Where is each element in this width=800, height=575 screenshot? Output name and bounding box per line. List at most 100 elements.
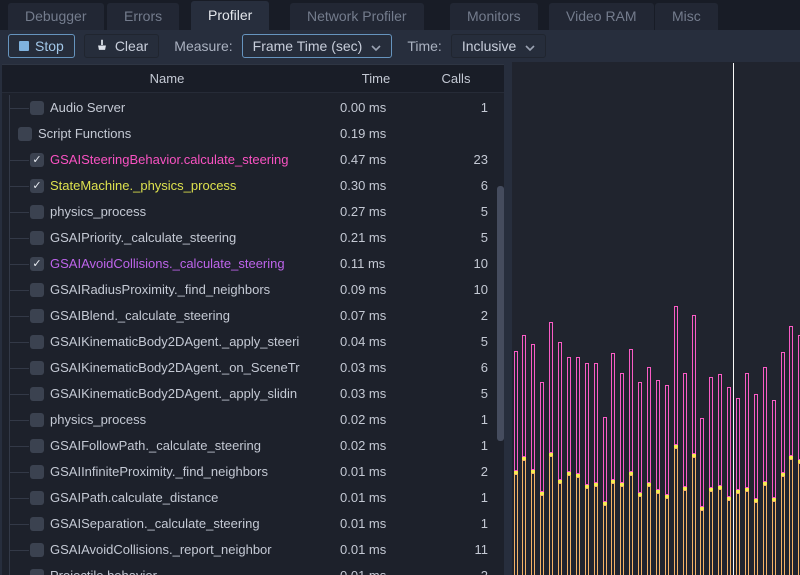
tab-video-ram[interactable]: Video RAM: [549, 3, 654, 30]
graph-bar-orange-segment: [638, 496, 642, 575]
table-row[interactable]: GSAIKinematicBody2DAgent._on_SceneTr0.03…: [2, 355, 504, 381]
row-name: Script Functions: [38, 121, 131, 147]
table-row[interactable]: GSAIInfiniteProximity._find_neighbors0.0…: [2, 459, 504, 485]
table-row[interactable]: ✓ GSAIAvoidCollisions._calculate_steering…: [2, 251, 504, 277]
tab-network-profiler[interactable]: Network Profiler: [290, 3, 424, 30]
row-checkbox[interactable]: [30, 283, 44, 297]
row-time: 0.27 ms: [340, 199, 386, 225]
row-checkbox[interactable]: ✓: [30, 179, 44, 193]
graph-bar-orange-segment: [647, 486, 651, 575]
row-checkbox[interactable]: [30, 413, 44, 427]
row-checkbox[interactable]: [30, 465, 44, 479]
row-time: 0.09 ms: [340, 277, 386, 303]
table-row[interactable]: physics_process0.02 ms1: [2, 407, 504, 433]
tab-debugger[interactable]: Debugger: [8, 3, 104, 30]
row-checkbox[interactable]: [30, 101, 44, 115]
column-header-name[interactable]: Name: [2, 65, 332, 93]
graph-bar-orange-segment: [745, 491, 749, 575]
graph-bar-magenta-segment: [683, 373, 687, 487]
row-time: 0.02 ms: [340, 407, 386, 433]
graph-bar-orange-segment: [692, 457, 696, 575]
graph-bar-orange-segment: [567, 475, 571, 575]
graph-bar-magenta-segment: [647, 367, 651, 483]
tab-monitors[interactable]: Monitors: [450, 3, 538, 30]
graph-bar-orange-segment: [603, 505, 607, 575]
table-row[interactable]: GSAIRadiusProximity._find_neighbors 0.09 …: [2, 277, 504, 303]
row-time: 0.21 ms: [340, 225, 386, 251]
table-row[interactable]: Script Functions 0.19 ms: [2, 121, 504, 147]
row-name: GSAIAvoidCollisions._calculate_steering: [50, 251, 285, 277]
row-name: GSAISteeringBehavior.calculate_steering: [50, 147, 288, 173]
row-time: 0.47 ms: [340, 147, 386, 173]
graph-bar-orange-segment: [674, 448, 678, 575]
table-row[interactable]: GSAISeparation._calculate_steering0.01 m…: [2, 511, 504, 537]
profile-table: Name Time Calls Audio Server0.00 ms1Scri…: [2, 64, 504, 575]
row-checkbox[interactable]: [30, 309, 44, 323]
graph-bar-magenta-segment: [603, 417, 607, 502]
row-calls: 1: [481, 407, 488, 433]
row-name: GSAIKinematicBody2DAgent._apply_slidin: [50, 381, 297, 407]
graph-bar-magenta-segment: [594, 363, 598, 483]
tab-misc[interactable]: Misc: [655, 3, 718, 30]
time-dropdown[interactable]: Inclusive: [451, 34, 546, 58]
row-checkbox[interactable]: [30, 335, 44, 349]
row-checkbox[interactable]: [30, 491, 44, 505]
row-checkbox[interactable]: [30, 231, 44, 245]
tree-guide-stub: [9, 290, 29, 291]
row-checkbox[interactable]: [18, 127, 32, 141]
tab-profiler[interactable]: Profiler: [191, 1, 269, 30]
graph-bar-orange-segment: [656, 493, 660, 575]
graph-bar-magenta-segment: [611, 353, 615, 480]
table-row[interactable]: Projectile.behavior0.01 ms2: [2, 563, 504, 575]
table-row[interactable]: GSAIPath.calculate_distance0.01 ms1: [2, 485, 504, 511]
row-checkbox[interactable]: [30, 569, 44, 575]
profiler-panel: DebuggerErrors Profiler Network Profiler Mo…: [0, 0, 800, 575]
tab-errors[interactable]: Errors: [107, 3, 179, 30]
graph-bar-orange-segment: [594, 486, 598, 575]
column-header-calls[interactable]: Calls: [420, 65, 492, 93]
table-row[interactable]: GSAIKinematicBody2DAgent._apply_slidin0.…: [2, 381, 504, 407]
graph-bar-orange-segment: [781, 476, 785, 575]
row-name: GSAIRadiusProximity._find_neighbors: [50, 277, 270, 303]
tree-guide-stub: [9, 524, 29, 525]
row-checkbox[interactable]: [30, 543, 44, 557]
table-row[interactable]: GSAIBlend._calculate_steering0.07 ms2: [2, 303, 504, 329]
row-calls: 2: [481, 459, 488, 485]
row-time: 0.19 ms: [340, 121, 386, 147]
table-row[interactable]: GSAIFollowPath._calculate_steering0.02 m…: [2, 433, 504, 459]
chevron-down-icon: [525, 38, 535, 54]
column-header-time[interactable]: Time: [332, 65, 420, 93]
measure-label: Measure:: [174, 38, 232, 54]
table-row[interactable]: physics_process0.27 ms5: [2, 199, 504, 225]
row-checkbox[interactable]: ✓: [30, 257, 44, 271]
row-checkbox[interactable]: [30, 387, 44, 401]
table-row[interactable]: GSAIKinematicBody2DAgent._apply_steeri0.…: [2, 329, 504, 355]
measure-dropdown[interactable]: Frame Time (sec): [242, 34, 393, 58]
stop-button[interactable]: Stop: [8, 34, 75, 58]
frame-time-graph[interactable]: [512, 62, 800, 575]
graph-bar-magenta-segment: [549, 322, 553, 453]
graph-bar-orange-segment: [789, 459, 793, 575]
table-row[interactable]: Audio Server0.00 ms1: [2, 95, 504, 121]
table-row[interactable]: GSAIPriority._calculate_steering0.21 ms5: [2, 225, 504, 251]
row-checkbox[interactable]: [30, 361, 44, 375]
clear-button[interactable]: Clear: [84, 34, 159, 58]
row-checkbox[interactable]: [30, 439, 44, 453]
row-calls: 2: [481, 303, 488, 329]
row-checkbox[interactable]: ✓: [30, 153, 44, 167]
graph-bar-orange-segment: [549, 456, 553, 575]
table-row[interactable]: GSAIAvoidCollisions._report_neighbor0.01…: [2, 537, 504, 563]
row-calls: 6: [481, 355, 488, 381]
row-checkbox[interactable]: [30, 205, 44, 219]
graph-bar-orange-segment: [709, 491, 713, 575]
graph-bar-magenta-segment: [585, 363, 589, 485]
chevron-down-icon: [371, 38, 381, 54]
graph-bar-magenta-segment: [736, 398, 740, 490]
table-row[interactable]: ✓ GSAISteeringBehavior.calculate_steering…: [2, 147, 504, 173]
table-row[interactable]: ✓StateMachine._physics_process0.30 ms6: [2, 173, 504, 199]
vertical-scrollbar-thumb[interactable]: [497, 186, 504, 441]
tree-guide-stub: [9, 160, 29, 161]
row-name: GSAIKinematicBody2DAgent._apply_steeri: [50, 329, 299, 355]
row-checkbox[interactable]: [30, 517, 44, 531]
graph-bar-magenta-segment: [514, 351, 518, 471]
